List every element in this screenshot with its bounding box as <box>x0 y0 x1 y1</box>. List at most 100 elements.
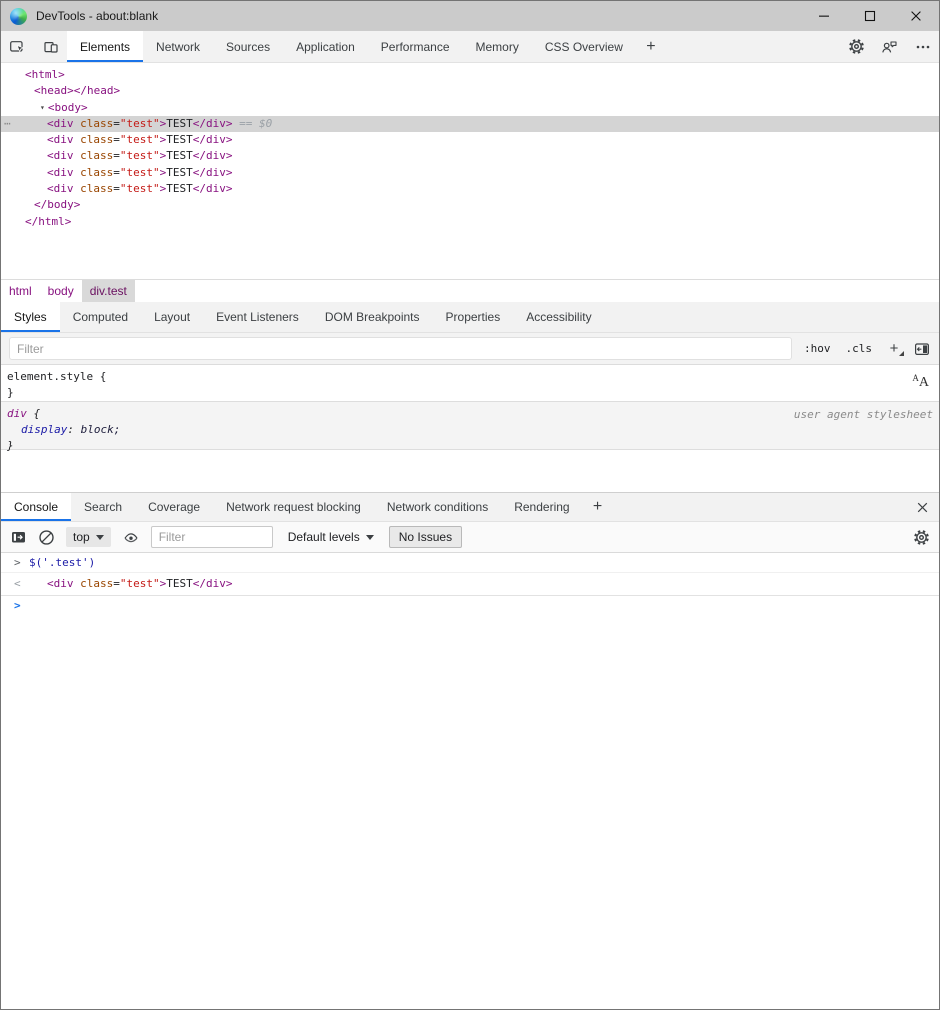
execution-context-selector[interactable]: top <box>66 527 111 547</box>
styles-tab-styles[interactable]: Styles <box>1 302 60 332</box>
tab-network[interactable]: Network <box>143 31 213 62</box>
tab-memory[interactable]: Memory <box>463 31 532 62</box>
css-colon: : <box>67 423 80 436</box>
dom-tree-row[interactable]: <div class="test">TEST</div> <box>1 181 939 197</box>
toggle-element-classes-button[interactable]: .cls <box>843 340 876 357</box>
more-options-button[interactable] <box>906 31 939 62</box>
dom-tree-row[interactable]: </html> <box>1 214 939 230</box>
styles-tab-label: Layout <box>154 310 190 324</box>
drawer-tab-label: Network conditions <box>387 500 488 514</box>
log-levels-dropdown[interactable]: Default levels <box>284 527 378 547</box>
styles-tab-accessibility[interactable]: Accessibility <box>513 302 604 332</box>
tab-application[interactable]: Application <box>283 31 368 62</box>
live-expression-button[interactable] <box>122 529 140 545</box>
breadcrumb-label: html <box>9 284 32 298</box>
drawer-tab-coverage[interactable]: Coverage <box>135 493 213 521</box>
code-token: = <box>113 149 120 162</box>
code-token: </div> <box>193 133 233 146</box>
console-command-row[interactable]: >$('.test') <box>1 553 939 573</box>
minimize-button[interactable] <box>801 1 847 31</box>
tab-performance[interactable]: Performance <box>368 31 463 62</box>
drawer-tab-network-request-blocking[interactable]: Network request blocking <box>213 493 374 521</box>
code-token: </html> <box>25 215 71 228</box>
tab-label: Application <box>296 40 355 54</box>
close-button[interactable] <box>893 1 939 31</box>
rule-close-line: } <box>7 385 933 401</box>
expand-arrow-icon[interactable]: ▾ <box>40 103 45 112</box>
styles-filter-row: :hov .cls + <box>1 333 939 365</box>
dom-tree-row[interactable]: ⋯<div class="test">TEST</div> == $0 <box>1 116 939 132</box>
sidebar-panel-icon <box>913 341 931 357</box>
clear-console-button[interactable] <box>38 529 55 546</box>
dom-tree-row[interactable]: </body> <box>1 197 939 213</box>
font-editor-icon[interactable]: AA <box>912 374 929 390</box>
toggle-pseudo-state-button[interactable]: :hov <box>801 340 834 357</box>
dom-tree-row[interactable]: <div class="test">TEST</div> <box>1 148 939 164</box>
tab-label: Memory <box>476 40 519 54</box>
command-chevron-icon: > <box>14 556 21 569</box>
code-token: <body> <box>48 101 88 114</box>
tab-css-overview[interactable]: CSS Overview <box>532 31 636 62</box>
breadcrumb-item-body[interactable]: body <box>40 280 82 302</box>
drawer-tab-label: Console <box>14 500 58 514</box>
dom-tree-row[interactable]: <div class="test">TEST</div> <box>1 132 939 148</box>
breadcrumb-item-div-test[interactable]: div.test <box>82 280 135 302</box>
console-result-row[interactable]: <<div class="test">TEST</div> <box>1 573 939 596</box>
tab-label: Performance <box>381 40 450 54</box>
tab-label: Network <box>156 40 200 54</box>
styles-tab-event-listeners[interactable]: Event Listeners <box>203 302 312 332</box>
more-dots-icon <box>915 39 931 55</box>
breadcrumb-label: body <box>48 284 74 298</box>
drawer-tab-network-conditions[interactable]: Network conditions <box>374 493 501 521</box>
code-token: </div> <box>193 577 233 590</box>
styles-tab-computed[interactable]: Computed <box>60 302 141 332</box>
inspect-element-button[interactable] <box>1 31 34 62</box>
inspect-cursor-icon <box>9 39 26 55</box>
code-token: </div> <box>193 149 233 162</box>
dom-tree-row[interactable]: ▾<body> <box>1 100 939 116</box>
code-token: </div> <box>193 166 233 179</box>
styles-tab-properties[interactable]: Properties <box>433 302 514 332</box>
console-filter-input[interactable] <box>151 526 273 548</box>
drawer-tab-label: Network request blocking <box>226 500 361 514</box>
dom-tree-row[interactable]: <html> <box>1 67 939 83</box>
drawer-tab-console[interactable]: Console <box>1 493 71 521</box>
settings-button[interactable] <box>840 31 873 62</box>
add-drawer-tab-button[interactable]: + <box>583 493 613 521</box>
dom-tree-row[interactable]: <head></head> <box>1 83 939 99</box>
feedback-button[interactable] <box>873 31 906 62</box>
close-brace: } <box>7 439 14 452</box>
code-token: "test" <box>120 166 160 179</box>
dom-tree: <html><head></head>▾<body>⋯<div class="t… <box>1 63 939 279</box>
drawer-tab-search[interactable]: Search <box>71 493 135 521</box>
maximize-button[interactable] <box>847 1 893 31</box>
maximize-icon <box>862 8 878 24</box>
breadcrumb-item-html[interactable]: html <box>1 280 40 302</box>
dom-tree-row[interactable]: <div class="test">TEST</div> <box>1 165 939 181</box>
code-token: class <box>80 577 113 590</box>
style-rule-user-agent[interactable]: div { display: block; } user agent style… <box>1 402 939 450</box>
styles-filter-input[interactable] <box>9 337 792 360</box>
styles-tab-dom-breakpoints[interactable]: DOM Breakpoints <box>312 302 433 332</box>
console-tabs: Console SearchCoverage Network request blo… <box>1 493 583 521</box>
code-token: <div <box>47 166 74 179</box>
close-drawer-button[interactable] <box>905 493 939 521</box>
console-prompt[interactable]: > <box>1 596 939 603</box>
toggle-computed-sidebar-button[interactable] <box>913 341 931 357</box>
context-label: top <box>73 530 90 544</box>
device-emulation-icon <box>43 39 59 55</box>
styles-tab-layout[interactable]: Layout <box>141 302 203 332</box>
tab-elements[interactable]: Elements <box>67 31 143 62</box>
device-toolbar-button[interactable] <box>34 31 67 62</box>
console-settings-button[interactable] <box>913 529 930 546</box>
new-style-rule-button[interactable]: + <box>884 340 904 357</box>
drawer-tab-rendering[interactable]: Rendering <box>501 493 582 521</box>
console-sidebar-button[interactable] <box>10 529 27 545</box>
add-panel-button[interactable]: + <box>636 31 666 62</box>
tab-sources[interactable]: Sources <box>213 31 283 62</box>
breadcrumb: html body div.test <box>1 279 939 302</box>
style-rule-inline[interactable]: element.style { } AA <box>1 365 939 402</box>
row-options-icon[interactable]: ⋯ <box>4 116 10 132</box>
code-token: class <box>80 182 113 195</box>
issues-counter-button[interactable]: No Issues <box>389 526 462 548</box>
